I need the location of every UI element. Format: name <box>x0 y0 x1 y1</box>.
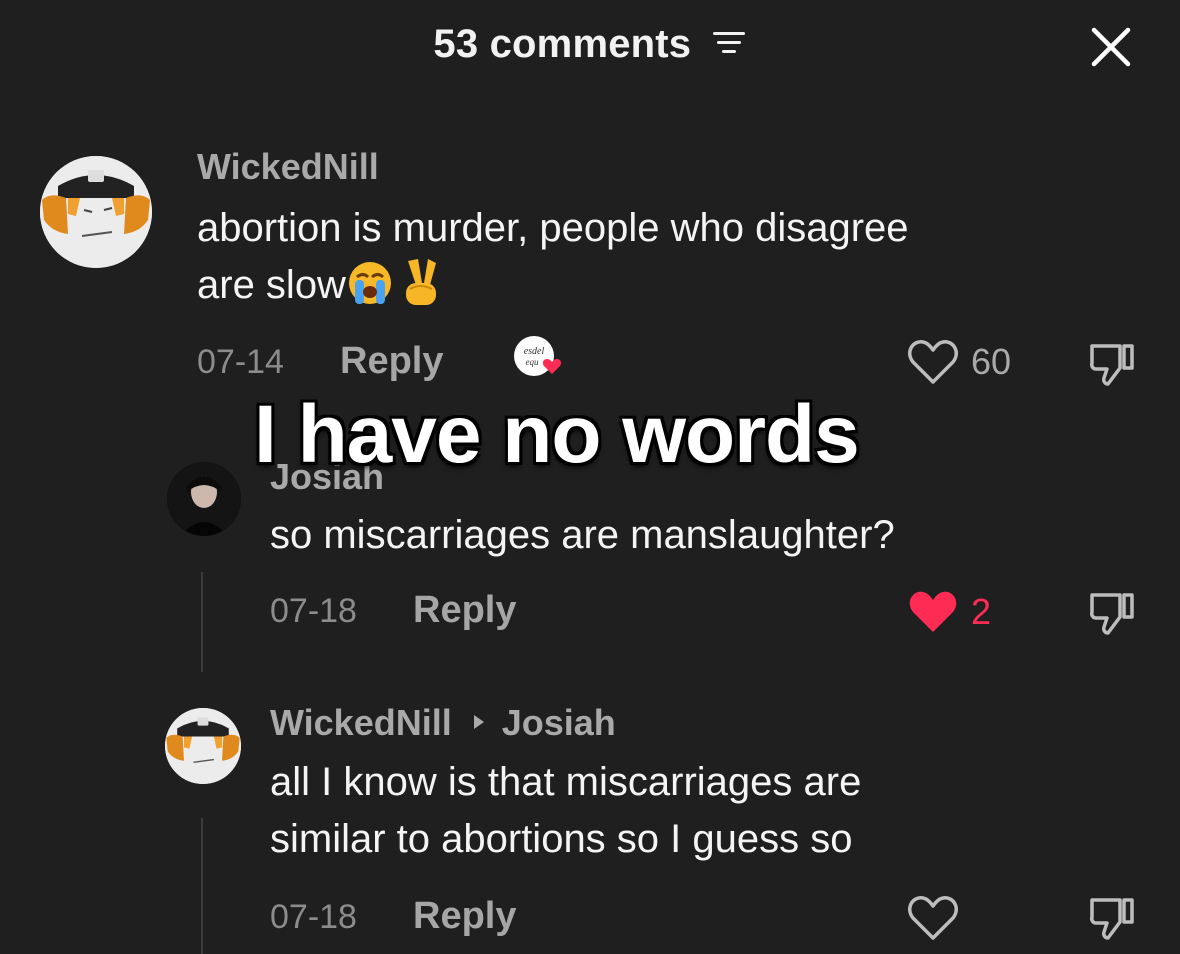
roblox-avatar-icon <box>165 708 241 784</box>
comment-username[interactable]: WickedNill <box>270 702 452 743</box>
reply-button[interactable]: Reply <box>340 340 443 383</box>
avatar[interactable] <box>167 462 241 536</box>
like-button[interactable]: 2 <box>907 588 991 636</box>
close-icon[interactable] <box>1088 24 1134 70</box>
reply-button[interactable]: Reply <box>413 895 516 938</box>
heart-outline-icon <box>908 896 958 940</box>
thread-divider <box>201 572 203 672</box>
svg-text:equ: equ <box>526 357 539 367</box>
dislike-icon[interactable] <box>1086 587 1138 639</box>
comment-text-line: are slow <box>197 257 909 314</box>
dislike-icon[interactable] <box>1086 892 1138 944</box>
comment-text-line: so miscarriages are manslaughter? <box>270 513 895 557</box>
comment-date: 07-18 <box>270 592 357 630</box>
comment-username-with-reply-target: WickedNill Josiah <box>270 702 616 744</box>
comment-text-segment: are slow <box>197 263 346 307</box>
heart-filled-icon <box>909 591 957 632</box>
thread-divider <box>201 818 203 954</box>
like-count: 60 <box>971 341 1012 382</box>
like-button[interactable]: 60 <box>907 338 1011 386</box>
svg-text:esdel: esdel <box>524 346 545 357</box>
reply-button[interactable]: Reply <box>413 589 516 632</box>
crying-face-icon <box>348 262 391 305</box>
comment-date: 07-14 <box>197 343 284 381</box>
reply-arrow-icon <box>473 715 484 730</box>
comment-username[interactable]: WickedNill <box>197 146 379 188</box>
avatar[interactable] <box>40 156 152 268</box>
comments-count-label: 53 comments <box>433 22 692 66</box>
roblox-avatar-icon <box>40 156 152 268</box>
comment-text: so miscarriages are manslaughter? <box>270 507 895 564</box>
reply-target-username[interactable]: Josiah <box>502 702 616 743</box>
victory-hand-icon <box>405 259 436 306</box>
comment-date: 07-18 <box>270 898 357 936</box>
creator-liked-badge-icon: esdel equ <box>514 336 562 376</box>
like-count: 2 <box>971 591 992 632</box>
dislike-icon[interactable] <box>1086 338 1138 390</box>
avatar[interactable] <box>165 708 241 784</box>
profile-photo-icon <box>167 462 241 536</box>
comments-count-title[interactable]: 53 comments <box>0 22 1180 67</box>
filter-icon[interactable] <box>711 29 747 57</box>
comment-text: all I know is that miscarriages are simi… <box>270 754 861 868</box>
comment-text-line: similar to abortions so I guess so <box>270 817 853 861</box>
comment-text-line: all I know is that miscarriages are <box>270 760 862 804</box>
video-overlay-caption: I have no words <box>254 389 860 480</box>
comments-header: 53 comments <box>0 0 1180 92</box>
heart-outline-icon <box>908 340 958 384</box>
comment-text: abortion is murder, people who disagree … <box>197 200 909 314</box>
like-button[interactable] <box>907 894 971 942</box>
comment-text-line: abortion is murder, people who disagree <box>197 206 909 250</box>
